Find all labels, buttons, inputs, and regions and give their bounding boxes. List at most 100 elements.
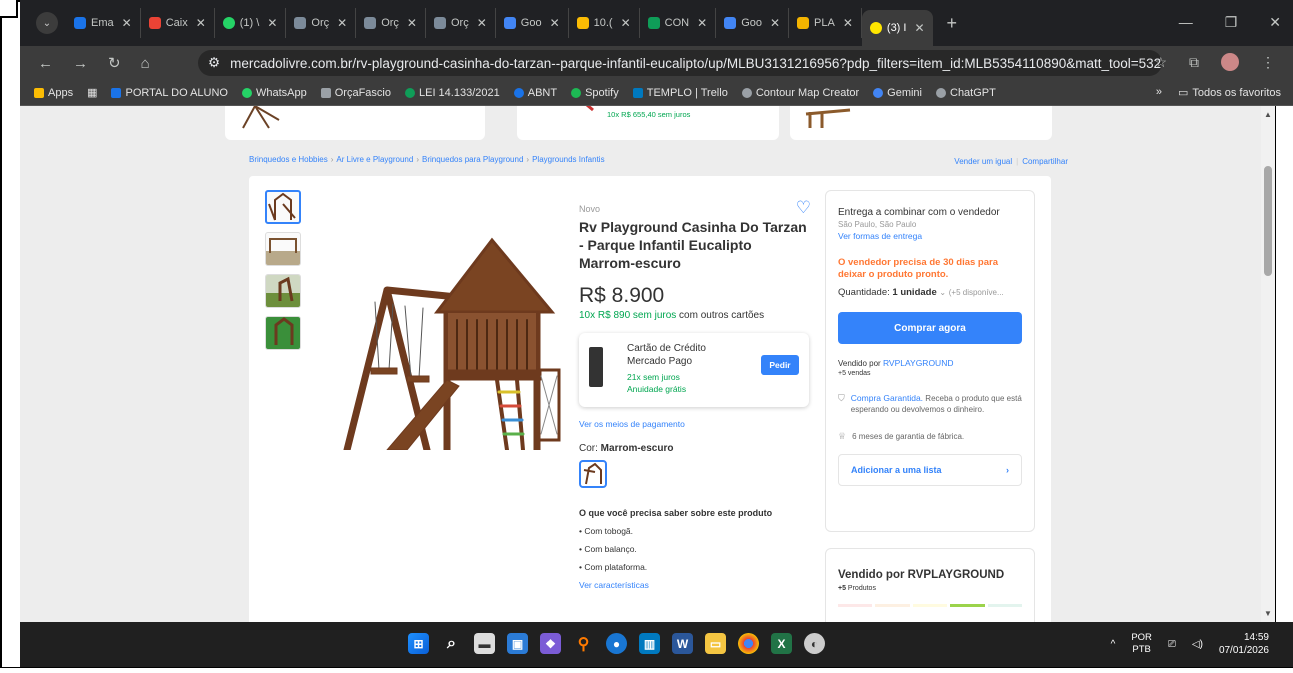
browser-tab[interactable]: Goo ✕ — [496, 8, 569, 38]
sell-same-link[interactable]: Vender um igual — [954, 157, 1012, 166]
browser-tab[interactable]: Orç ✕ — [426, 8, 496, 38]
more-bookmarks-icon[interactable]: » — [1156, 86, 1162, 99]
bookmark-item[interactable]: Gemini — [873, 87, 922, 99]
network-icon[interactable]: ⎚ — [1168, 639, 1176, 650]
close-icon[interactable]: ✕ — [843, 16, 853, 30]
word-icon[interactable]: W — [672, 633, 693, 654]
minimize-icon[interactable]: — — [1179, 14, 1193, 31]
copilot-icon[interactable]: ❖ — [540, 633, 561, 654]
thumbnail-4[interactable] — [265, 316, 301, 350]
breadcrumb-link[interactable]: Ar Livre e Playground — [336, 155, 413, 164]
product-main-image[interactable] — [327, 220, 567, 450]
search-app-icon[interactable]: ⚲ — [573, 633, 594, 654]
bookmark-item[interactable]: TEMPLO | Trello — [632, 87, 728, 99]
breadcrumb-link[interactable]: Playgrounds Infantis — [532, 155, 605, 164]
browser-tab[interactable]: Goo ✕ — [716, 8, 790, 38]
reload-icon[interactable]: ↻ — [108, 54, 121, 72]
close-icon[interactable]: ✕ — [196, 16, 206, 30]
back-icon[interactable]: ← — [38, 55, 53, 72]
bookmark-item[interactable]: Contour Map Creator — [741, 87, 859, 99]
close-icon[interactable]: ✕ — [550, 16, 560, 30]
browser-tab[interactable]: Ema ✕ — [66, 8, 141, 38]
related-product-card[interactable] — [790, 106, 1052, 140]
browser-tab[interactable]: Orç ✕ — [356, 8, 426, 38]
quantity-selector[interactable]: Quantidade: 1 unidade ⌄ (+5 disponíve... — [838, 287, 1022, 298]
profile-avatar[interactable] — [1221, 53, 1239, 71]
add-to-list-button[interactable]: Adicionar a uma lista › — [838, 454, 1022, 486]
delivery-options-link[interactable]: Ver formas de entrega — [838, 231, 1022, 241]
tab-groups-icon[interactable]: ▦ — [87, 86, 97, 99]
browser-tab[interactable]: Orç ✕ — [286, 8, 357, 38]
home-icon[interactable]: ⌂ — [141, 55, 150, 72]
breadcrumb-link[interactable]: Brinquedos para Playground — [422, 155, 523, 164]
browser-tab[interactable]: PLA ✕ — [789, 8, 862, 38]
scroll-up-icon[interactable]: ▲ — [1264, 110, 1272, 119]
browser-tab-active[interactable]: (3) I ✕ — [861, 10, 933, 46]
breadcrumb-link[interactable]: Brinquedos e Hobbies — [249, 155, 328, 164]
thumbnail-3[interactable] — [265, 274, 301, 308]
extensions-icon[interactable]: ⧉ — [1189, 54, 1199, 71]
file-explorer-icon[interactable]: ▭ — [705, 633, 726, 654]
related-product-card[interactable]: 10x R$ 655,40 sem juros — [517, 106, 779, 140]
request-card-button[interactable]: Pedir — [761, 355, 799, 375]
close-icon[interactable]: ✕ — [122, 16, 132, 30]
page-scrollbar[interactable]: ▲ ▼ — [1261, 106, 1275, 622]
bookmark-item[interactable]: Spotify — [571, 87, 619, 99]
browser-tab[interactable]: CON ✕ — [640, 8, 717, 38]
share-link[interactable]: Compartilhar — [1022, 157, 1068, 166]
bookmark-item[interactable]: PORTAL DO ALUNO — [111, 87, 228, 99]
chevron-up-icon[interactable]: ^ — [1111, 639, 1116, 650]
related-product-card[interactable] — [225, 106, 485, 140]
chrome-icon[interactable] — [738, 633, 759, 654]
bookmark-item[interactable]: LEI 14.133/2021 — [404, 87, 500, 99]
tab-search-button[interactable]: ⌄ — [36, 12, 58, 34]
browser-tab[interactable]: 10.(✕ — [569, 8, 640, 38]
clock[interactable]: 14:59 07/01/2026 — [1219, 631, 1269, 657]
bookmark-item[interactable]: OrçaFascio — [320, 87, 391, 99]
excel-icon[interactable]: X — [771, 633, 792, 654]
close-icon[interactable]: ✕ — [697, 16, 707, 30]
thumbnail-2[interactable] — [265, 232, 301, 266]
all-bookmarks-folder[interactable]: ▭ Todos os favoritos — [1178, 86, 1281, 100]
favorite-heart-icon[interactable]: ♡ — [796, 198, 811, 218]
app-icon[interactable]: ◐ — [804, 633, 825, 654]
more-menu-icon[interactable]: ⋮ — [1261, 54, 1275, 71]
close-icon[interactable]: ✕ — [770, 16, 780, 30]
bookmark-item[interactable]: ABNT — [513, 87, 557, 99]
close-icon[interactable]: ✕ — [621, 16, 631, 30]
bookmark-apps[interactable]: Apps — [34, 87, 73, 99]
language-indicator[interactable]: POR PTB — [1131, 632, 1152, 656]
bookmark-item[interactable]: ChatGPT — [936, 87, 996, 99]
buy-now-button[interactable]: Comprar agora — [838, 312, 1022, 344]
seller-link[interactable]: RVPLAYGROUND — [883, 358, 954, 368]
scrollbar-thumb[interactable] — [1264, 166, 1272, 276]
scroll-down-icon[interactable]: ▼ — [1264, 609, 1272, 618]
close-window-icon[interactable]: ✕ — [1269, 14, 1281, 31]
app-icon[interactable]: ● — [606, 633, 627, 654]
color-swatch[interactable] — [579, 460, 607, 488]
search-icon[interactable]: ⌕ — [441, 633, 462, 654]
forward-icon[interactable]: → — [73, 55, 88, 72]
url-text[interactable]: mercadolivre.com.br/rv-playground-casinh… — [230, 56, 1162, 71]
address-bar[interactable]: ⚙ mercadolivre.com.br/rv-playground-casi… — [198, 50, 1162, 76]
start-icon[interactable]: ⊞ — [408, 633, 429, 654]
close-icon[interactable]: ✕ — [477, 16, 487, 30]
trello-icon[interactable]: ▥ — [639, 633, 660, 654]
store-icon[interactable]: ▣ — [507, 633, 528, 654]
close-icon[interactable]: ✕ — [914, 21, 924, 35]
site-info-icon[interactable]: ⚙ — [208, 55, 220, 71]
bookmark-item[interactable]: WhatsApp — [241, 87, 307, 99]
close-icon[interactable]: ✕ — [407, 16, 417, 30]
browser-tab[interactable]: (1) \ ✕ — [215, 8, 287, 38]
bookmark-star-icon[interactable]: ☆ — [1154, 54, 1167, 71]
payment-methods-link[interactable]: Ver os meios de pagamento — [579, 419, 811, 429]
task-view-icon[interactable]: ▬ — [474, 633, 495, 654]
close-icon[interactable]: ✕ — [267, 16, 277, 30]
restore-icon[interactable]: ❐ — [1225, 14, 1238, 31]
see-features-link[interactable]: Ver características — [579, 580, 811, 590]
thumbnail-1[interactable] — [265, 190, 301, 224]
close-icon[interactable]: ✕ — [337, 16, 347, 30]
volume-icon[interactable]: ◁) — [1192, 639, 1203, 650]
browser-tab[interactable]: Caix ✕ — [141, 8, 215, 38]
guarantee-link[interactable]: Compra Garantida. — [851, 393, 923, 403]
